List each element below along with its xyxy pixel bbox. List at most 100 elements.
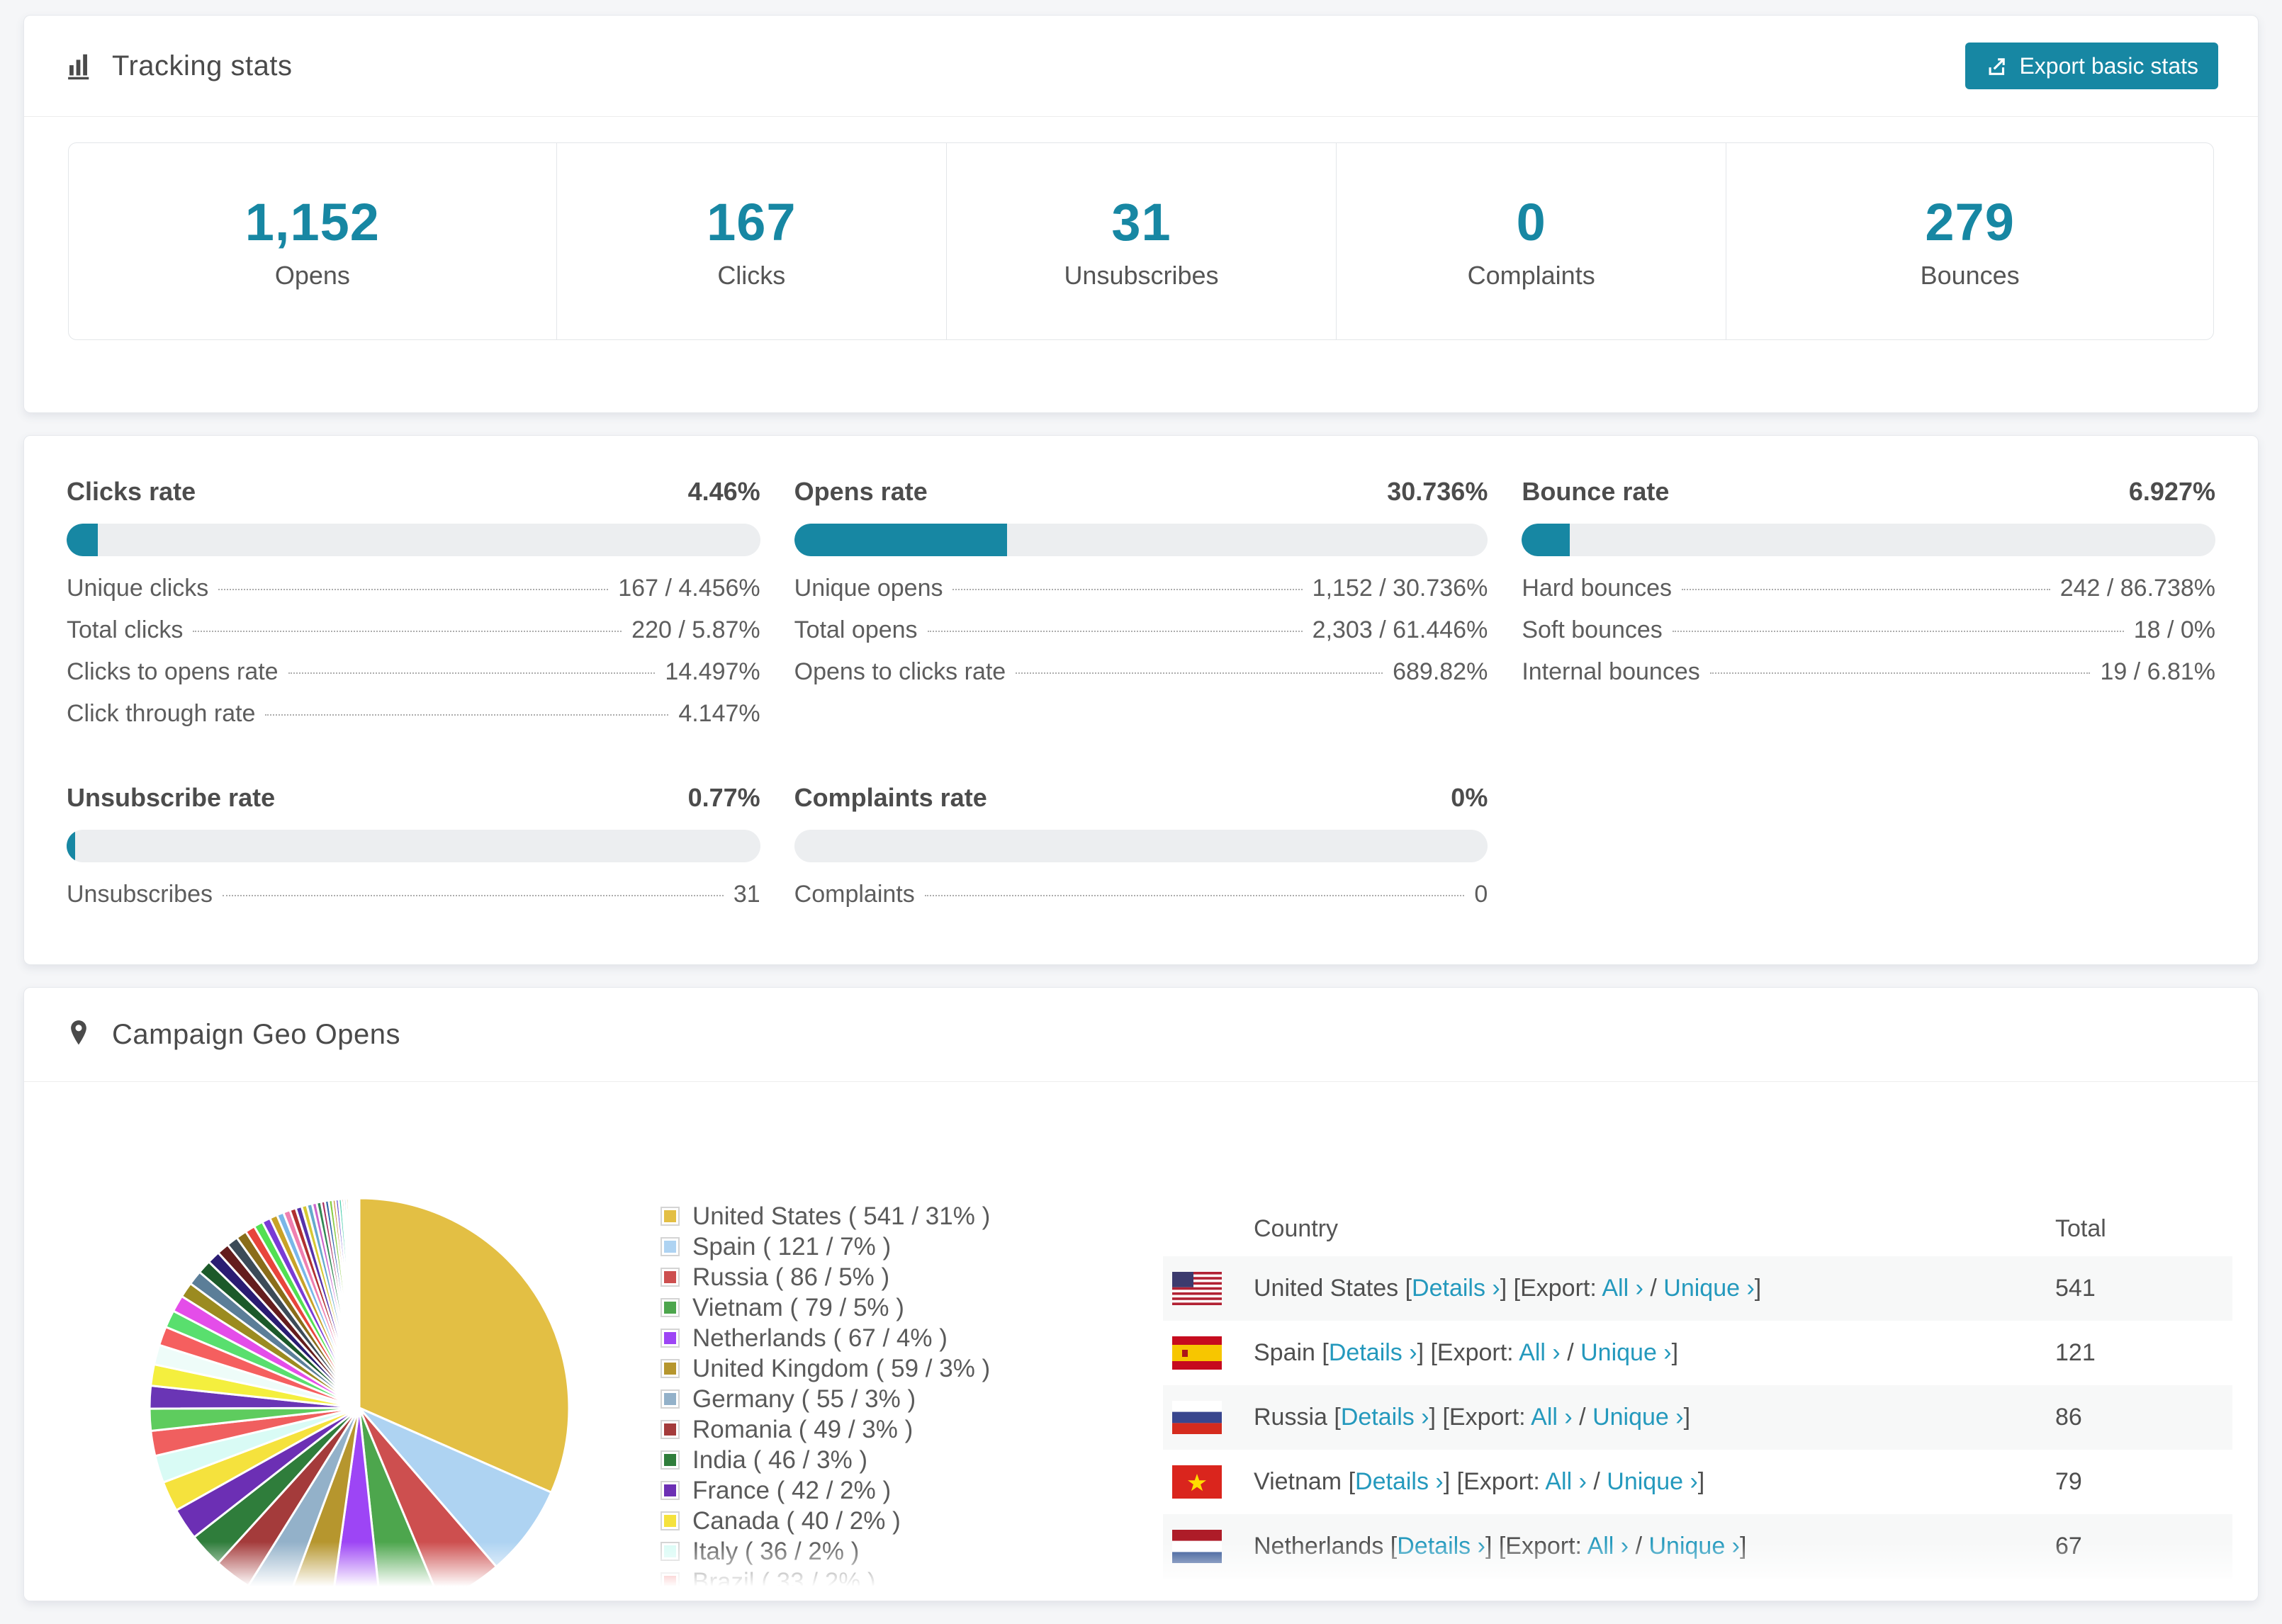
stat-row: Hard bounces 242 / 86.738% <box>1522 575 2215 616</box>
export-unique-link[interactable]: Unique › <box>1663 1275 1755 1302</box>
details-link[interactable]: Details › <box>1439 1597 1527 1601</box>
rate-block-complaints-rate: Complaints rate 0% Complaints 0 <box>794 783 1488 923</box>
stat-row: Unique opens 1,152 / 30.736% <box>794 575 1488 616</box>
summary-cell-complaints: 0 Complaints <box>1336 143 1726 339</box>
country-cell: Spain [Details ›] [Export: All › / Uniqu… <box>1254 1339 1679 1366</box>
stat-label: Hard bounces <box>1522 575 1673 602</box>
rate-block-opens-rate: Opens rate 30.736% Unique opens 1,152 / 30.… <box>794 477 1488 742</box>
details-link[interactable]: Details › <box>1341 1404 1429 1431</box>
export-unique-link[interactable]: Unique › <box>1592 1404 1684 1431</box>
legend-item-united-states[interactable]: United States ( 541 / 31% ) <box>661 1201 1114 1231</box>
rate-progress-track <box>67 830 760 862</box>
export-unique-link[interactable]: Unique › <box>1607 1468 1698 1495</box>
stat-value: 19 / 6.81% <box>2100 658 2215 685</box>
export-unique-link[interactable]: Unique › <box>1648 1533 1740 1560</box>
stat-label: Soft bounces <box>1522 616 1663 643</box>
country-cell: United States [Details ›] [Export: All ›… <box>1254 1275 1762 1302</box>
legend-swatch <box>661 1420 680 1439</box>
stat-label: Total opens <box>794 616 918 643</box>
legend-item-india[interactable]: India ( 46 / 3% ) <box>661 1445 1114 1475</box>
summary-cell-opens: 1,152 Opens <box>69 143 556 339</box>
summary-value: 1,152 <box>244 193 380 252</box>
dotted-leader <box>1709 672 2091 674</box>
export-all-link[interactable]: All › <box>1587 1533 1629 1560</box>
stat-label: Opens to clicks rate <box>794 658 1006 685</box>
geo-table-row-russia: Russia [Details ›] [Export: All › / Uniq… <box>1163 1385 2232 1450</box>
legend-label: Netherlands ( 67 / 4% ) <box>692 1324 948 1352</box>
stat-value: 167 / 4.456% <box>618 575 760 602</box>
geo-body: United States ( 541 / 31% ) Spain ( 121 /… <box>24 1082 2258 1601</box>
legend-item-canada[interactable]: Canada ( 40 / 2% ) <box>661 1506 1114 1536</box>
geo-table-row-netherlands: Netherlands [Details ›] [Export: All › /… <box>1163 1514 2232 1579</box>
legend-item-spain[interactable]: Spain ( 121 / 7% ) <box>661 1231 1114 1262</box>
dotted-leader <box>193 631 622 632</box>
legend-swatch <box>661 1207 680 1226</box>
details-link[interactable]: Details › <box>1412 1275 1500 1302</box>
legend-item-romania[interactable]: Romania ( 49 / 3% ) <box>661 1414 1114 1445</box>
stat-row: Total opens 2,303 / 61.446% <box>794 616 1488 658</box>
summary-cell-clicks: 167 Clicks <box>556 143 946 339</box>
export-all-link[interactable]: All › <box>1531 1404 1573 1431</box>
legend-item-south-africa[interactable]: South Africa ( 29 / 2% ) <box>661 1597 1114 1601</box>
details-link[interactable]: Details › <box>1397 1533 1485 1560</box>
export-all-link[interactable]: All › <box>1519 1339 1561 1366</box>
legend-label: Germany ( 55 / 3% ) <box>692 1385 916 1413</box>
stat-value: 14.497% <box>665 658 760 685</box>
stat-label: Click through rate <box>67 700 256 727</box>
legend-item-italy[interactable]: Italy ( 36 / 2% ) <box>661 1536 1114 1567</box>
rate-progress-track <box>67 524 760 556</box>
export-icon <box>1989 58 2006 75</box>
stat-label: Unsubscribes <box>67 881 213 908</box>
country-name: Vietnam <box>1254 1468 1342 1495</box>
geo-table-row-united-kingdom: United Kingdom [Details ›] [Export: All … <box>1163 1579 2232 1601</box>
legend-item-russia[interactable]: Russia ( 86 / 5% ) <box>661 1262 1114 1292</box>
geo-table-row-united-states: United States [Details ›] [Export: All ›… <box>1163 1256 2232 1321</box>
rate-value: 0% <box>1451 783 1488 812</box>
legend-item-united-kingdom[interactable]: United Kingdom ( 59 / 3% ) <box>661 1353 1114 1384</box>
legend-item-germany[interactable]: Germany ( 55 / 3% ) <box>661 1384 1114 1414</box>
stat-value: 220 / 5.87% <box>631 616 760 643</box>
export-unique-link[interactable]: Unique › <box>1690 1597 1782 1601</box>
total-cell: 59 <box>2055 1597 2232 1601</box>
rate-title: Complaints rate <box>794 783 987 812</box>
legend-item-france[interactable]: France ( 42 / 2% ) <box>661 1475 1114 1506</box>
legend-swatch <box>661 1298 680 1317</box>
export-button-label: Export basic stats <box>2019 52 2198 79</box>
summary-value: 279 <box>1925 193 2015 252</box>
legend-item-netherlands[interactable]: Netherlands ( 67 / 4% ) <box>661 1323 1114 1353</box>
nl-flag-icon <box>1172 1530 1222 1563</box>
legend-label: India ( 46 / 3% ) <box>692 1445 868 1474</box>
page-title: Tracking stats <box>112 50 293 81</box>
summary-value: 167 <box>707 193 797 252</box>
summary-label: Bounces <box>1920 261 2020 290</box>
stat-row: Internal bounces 19 / 6.81% <box>1522 658 2215 700</box>
stat-row: Unsubscribes 31 <box>67 881 760 923</box>
legend-swatch <box>661 1389 680 1409</box>
rate-title: Bounce rate <box>1522 477 1670 506</box>
export-all-link[interactable]: All › <box>1629 1597 1670 1601</box>
export-basic-stats-button[interactable]: Export basic stats <box>1965 43 2218 89</box>
country-name: Spain <box>1254 1339 1315 1366</box>
geo-pie-chart <box>148 1197 570 1601</box>
stat-value: 18 / 0% <box>2133 616 2215 643</box>
stat-value: 31 <box>733 881 760 908</box>
legend-label: Vietnam ( 79 / 5% ) <box>692 1293 904 1321</box>
stat-label: Complaints <box>794 881 915 908</box>
export-all-link[interactable]: All › <box>1545 1468 1587 1495</box>
country-name: Russia <box>1254 1404 1327 1431</box>
export-all-link[interactable]: All › <box>1602 1275 1643 1302</box>
export-unique-link[interactable]: Unique › <box>1580 1339 1672 1366</box>
legend-item-vietnam[interactable]: Vietnam ( 79 / 5% ) <box>661 1292 1114 1323</box>
pie-legend: United States ( 541 / 31% ) Spain ( 121 /… <box>661 1201 1114 1601</box>
rate-title: Unsubscribe rate <box>67 783 276 812</box>
details-link[interactable]: Details › <box>1355 1468 1444 1495</box>
summary-cell-unsubscribes: 31 Unsubscribes <box>945 143 1336 339</box>
details-link[interactable]: Details › <box>1329 1339 1417 1366</box>
stat-label: Internal bounces <box>1522 658 1700 685</box>
rates-card: Clicks rate 4.46% Unique clicks 167 / 4.456… <box>23 435 2259 965</box>
stat-row: Click through rate 4.147% <box>67 700 760 742</box>
legend-label: Romania ( 49 / 3% ) <box>692 1415 914 1443</box>
legend-item-brazil[interactable]: Brazil ( 33 / 2% ) <box>661 1567 1114 1597</box>
stat-value: 4.147% <box>678 700 760 727</box>
legend-label: France ( 42 / 2% ) <box>692 1476 892 1504</box>
